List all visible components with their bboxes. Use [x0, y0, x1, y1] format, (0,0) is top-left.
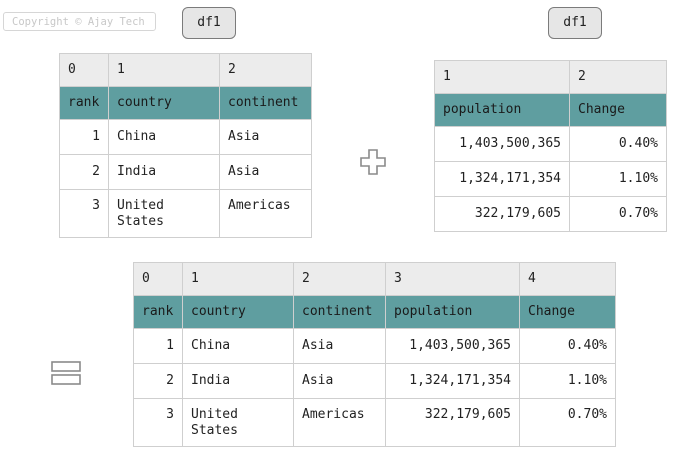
table-cell: Asia [219, 154, 312, 190]
table-cell: Asia [293, 328, 386, 364]
header-cell: continent [293, 295, 386, 329]
table-row: 1 China Asia [59, 119, 312, 155]
index-cell: 2 [293, 262, 386, 296]
index-cell: 1 [108, 53, 220, 87]
header-row: population Change [434, 93, 667, 127]
table-cell: 0.70% [519, 398, 616, 447]
index-cell: 2 [219, 53, 312, 87]
table-cell: 1,403,500,365 [434, 126, 570, 162]
table-row: 322,179,605 0.70% [434, 196, 667, 232]
table-cell: China [182, 328, 294, 364]
table-cell: India [108, 154, 220, 190]
table-cell: 0.40% [519, 328, 616, 364]
table-cell: China [108, 119, 220, 155]
table-cell: 322,179,605 [385, 398, 520, 447]
table-cell: 1 [59, 119, 109, 155]
header-cell: rank [59, 86, 109, 120]
table-cell: India [182, 363, 294, 399]
table-cell: Asia [219, 119, 312, 155]
header-cell: Change [569, 93, 667, 127]
header-cell: continent [219, 86, 312, 120]
table-cell: 1,324,171,354 [434, 161, 570, 197]
index-row: 0 1 2 3 4 [133, 262, 616, 296]
table-row: 1 China Asia 1,403,500,365 0.40% [133, 328, 616, 364]
header-row: rank country continent population Change [133, 295, 616, 329]
df-label-right: df1 [548, 7, 602, 39]
header-cell: rank [133, 295, 183, 329]
table-cell: 1,403,500,365 [385, 328, 520, 364]
table-cell: 1,324,171,354 [385, 363, 520, 399]
right-dataframe-table: 1 2 population Change 1,403,500,365 0.40… [434, 60, 667, 232]
table-cell: United States [108, 189, 220, 238]
left-dataframe-table: 0 1 2 rank country continent 1 China Asi… [59, 53, 312, 238]
table-cell: 0.70% [569, 196, 667, 232]
table-cell: Americas [219, 189, 312, 238]
table-row: 3 United States Americas [59, 189, 312, 238]
table-cell: 0.40% [569, 126, 667, 162]
table-cell: 2 [59, 154, 109, 190]
table-cell: 1.10% [569, 161, 667, 197]
header-row: rank country continent [59, 86, 312, 120]
index-row: 1 2 [434, 60, 667, 94]
equals-icon [51, 361, 81, 385]
header-cell: country [108, 86, 220, 120]
table-cell: Americas [293, 398, 386, 447]
header-cell: population [385, 295, 520, 329]
table-cell: 2 [133, 363, 183, 399]
result-dataframe-table: 0 1 2 3 4 rank country continent populat… [133, 262, 616, 447]
table-cell: 3 [59, 189, 109, 238]
index-cell: 3 [385, 262, 520, 296]
table-row: 2 India Asia 1,324,171,354 1.10% [133, 363, 616, 399]
index-row: 0 1 2 [59, 53, 312, 87]
index-cell: 0 [133, 262, 183, 296]
df-label-left: df1 [182, 7, 236, 39]
index-cell: 1 [182, 262, 294, 296]
table-row: 1,324,171,354 1.10% [434, 161, 667, 197]
header-cell: Change [519, 295, 616, 329]
index-cell: 0 [59, 53, 109, 87]
index-cell: 1 [434, 60, 570, 94]
header-cell: country [182, 295, 294, 329]
index-cell: 4 [519, 262, 616, 296]
table-row: 2 India Asia [59, 154, 312, 190]
table-cell: 322,179,605 [434, 196, 570, 232]
table-row: 1,403,500,365 0.40% [434, 126, 667, 162]
table-cell: 1.10% [519, 363, 616, 399]
plus-icon [360, 149, 386, 175]
table-cell: United States [182, 398, 294, 447]
table-cell: 3 [133, 398, 183, 447]
table-cell: 1 [133, 328, 183, 364]
header-cell: population [434, 93, 570, 127]
table-row: 3 United States Americas 322,179,605 0.7… [133, 398, 616, 447]
table-cell: Asia [293, 363, 386, 399]
index-cell: 2 [569, 60, 667, 94]
copyright-watermark: Copyright © Ajay Tech [3, 12, 156, 31]
